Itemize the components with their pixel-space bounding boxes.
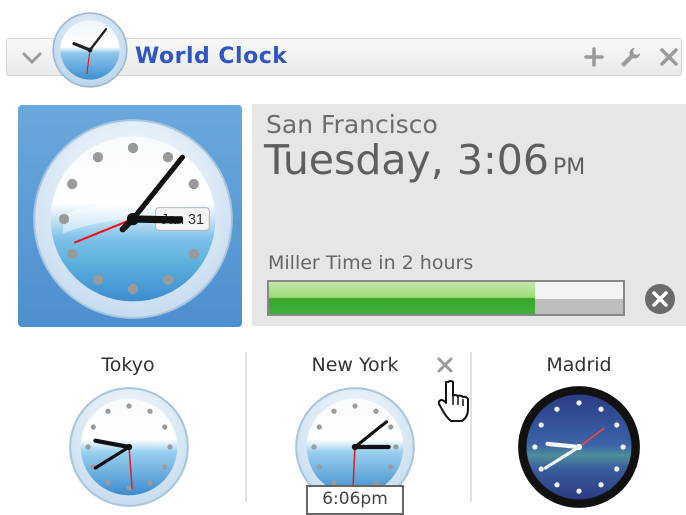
close-icon[interactable] — [657, 45, 681, 69]
divider — [470, 352, 472, 502]
city-name: San Francisco — [266, 110, 438, 139]
progress-fill — [269, 282, 535, 314]
analog-clock-tokyo[interactable] — [66, 384, 192, 510]
divider — [245, 352, 247, 502]
remove-city-close-icon[interactable] — [434, 354, 456, 376]
day-time-text: Tuesday, 3:06 — [264, 136, 549, 184]
alarm-label: Miller Time in 2 hours — [268, 252, 474, 274]
ampm-label: PM — [552, 155, 586, 180]
city-label-tokyo: Tokyo — [101, 354, 155, 376]
time-tooltip-new-york: 6:06pm — [306, 485, 404, 515]
analog-clock-madrid[interactable] — [516, 384, 642, 510]
city-label-madrid: Madrid — [546, 354, 612, 376]
day-time-display: Tuesday, 3:06 PM — [264, 136, 585, 184]
analog-clock-san-francisco[interactable]: Jan 31 — [30, 116, 236, 322]
clock-icon — [52, 12, 128, 88]
plus-icon[interactable] — [582, 45, 606, 69]
chevron-down-icon[interactable] — [20, 49, 44, 67]
wrench-icon[interactable] — [618, 45, 642, 69]
widget-title: World Clock — [135, 44, 288, 69]
alarm-progress-bar — [267, 280, 625, 316]
hand-pointer-cursor-icon — [437, 380, 469, 422]
close-circle-icon[interactable] — [643, 282, 677, 316]
city-label-new-york: New York — [311, 354, 399, 376]
